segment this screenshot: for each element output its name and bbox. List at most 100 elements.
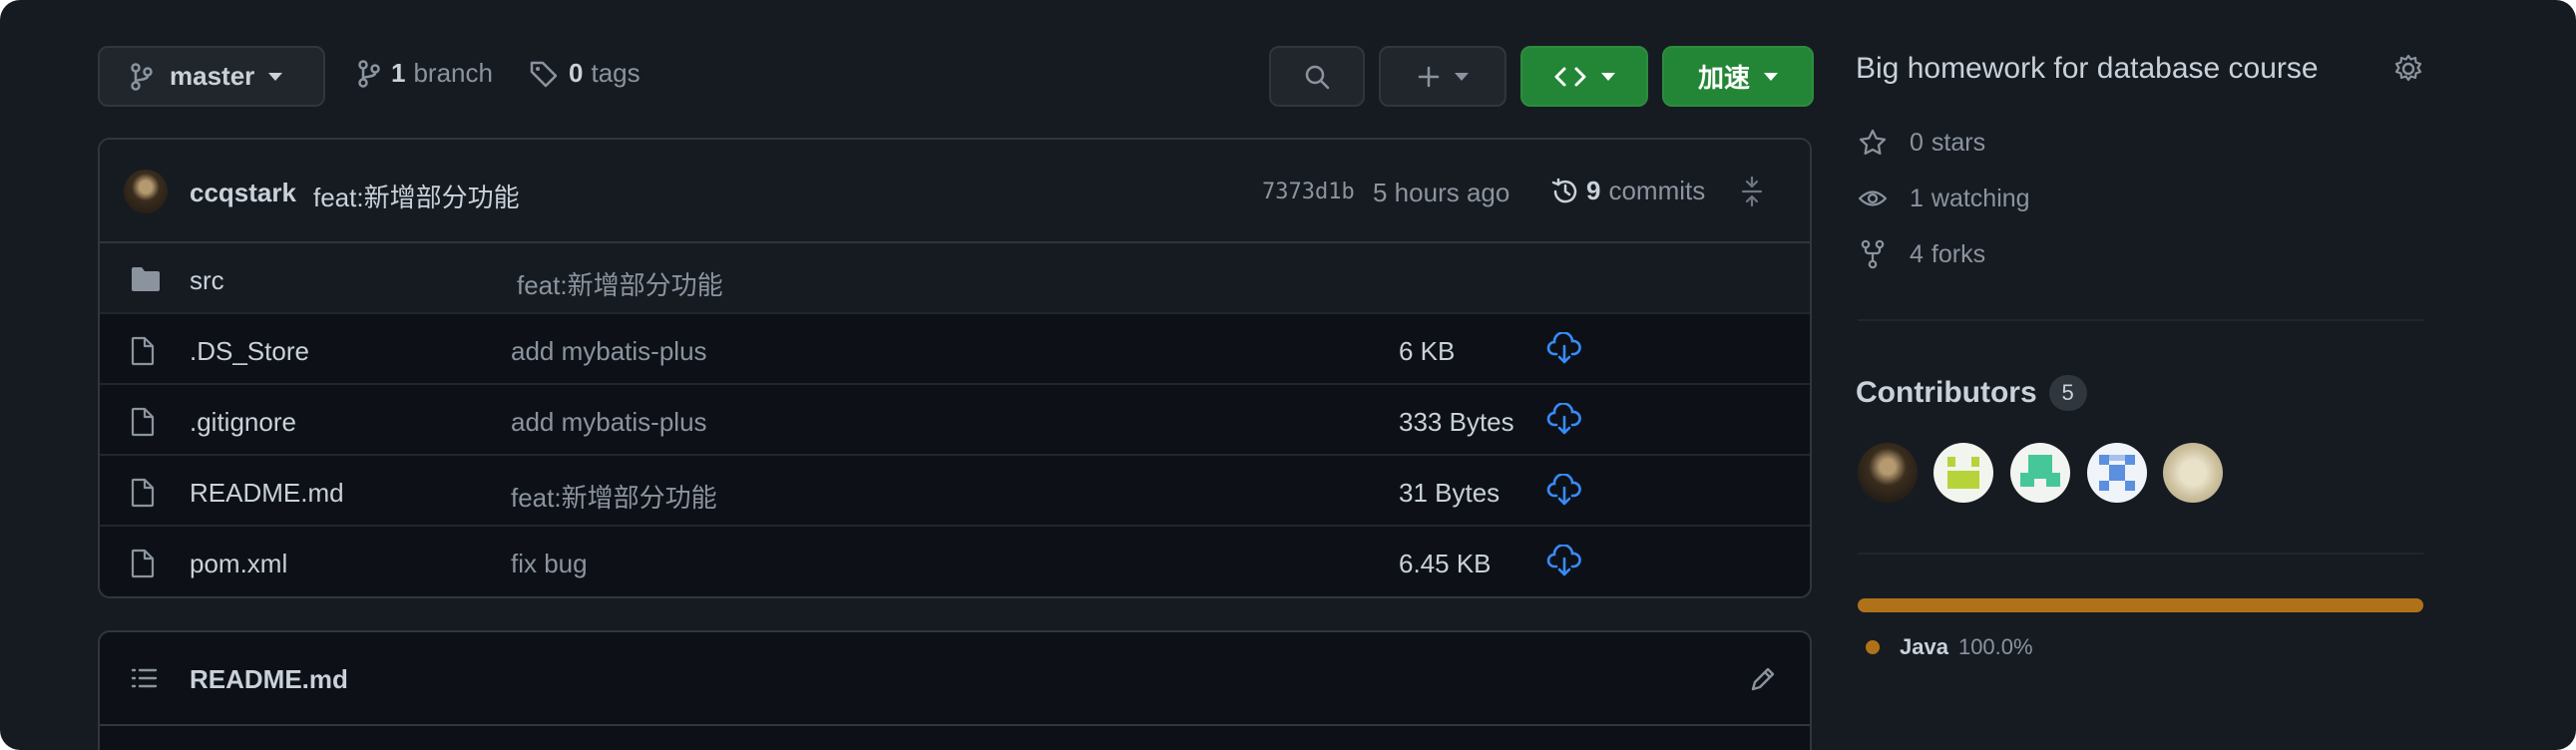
chevron-down-icon <box>1601 72 1615 81</box>
readme-panel: README.md <box>98 630 1812 750</box>
forks-count: 4 <box>1910 239 1924 268</box>
latest-commit-bar: ccqstark feat:新增部分功能 7373d1b 5 hours ago… <box>100 140 1810 243</box>
identicon <box>2099 455 2135 491</box>
branch-word: branch <box>413 58 493 88</box>
branch-select-button[interactable]: master <box>98 46 325 107</box>
watching-count: 1 <box>1910 184 1924 212</box>
file-commit-message[interactable]: feat:新增部分功能 <box>517 265 723 302</box>
forks-word: forks <box>1931 239 1986 268</box>
file-commit-message[interactable]: fix bug <box>511 549 588 579</box>
tag-icon <box>530 61 558 87</box>
file-icon <box>131 336 155 366</box>
code-button[interactable] <box>1520 46 1648 107</box>
sidebar-divider <box>1858 553 2423 555</box>
cloud-download-icon[interactable] <box>1546 332 1582 366</box>
gear-icon[interactable] <box>2392 53 2424 85</box>
file-row[interactable]: .DS_Store add mybatis-plus 6 KB <box>100 314 1810 385</box>
tag-count: 0 <box>569 58 584 88</box>
file-name-link[interactable]: .gitignore <box>190 407 296 438</box>
tag-word: tags <box>591 58 641 88</box>
branch-name: master <box>170 61 255 91</box>
fork-icon <box>1861 239 1885 269</box>
language-percent: 100.0% <box>1957 634 2033 659</box>
file-name-link[interactable]: src <box>190 265 224 296</box>
watchers-link[interactable]: 1 watching <box>1858 184 2030 213</box>
contributors-count-badge: 5 <box>2048 375 2087 411</box>
stars-count: 0 <box>1910 128 1924 157</box>
sidebar-divider <box>1858 319 2423 321</box>
branch-icon <box>358 59 380 88</box>
file-name-link[interactable]: .DS_Store <box>190 336 309 367</box>
repo-page: master 1 branch 0 tags 加速 ccqstark feat:… <box>0 0 2576 750</box>
language-item[interactable]: Java 100.0% <box>1866 634 2033 660</box>
unfold-icon[interactable] <box>1740 176 1764 207</box>
file-size: 31 Bytes <box>1399 478 1501 508</box>
cloud-download-icon[interactable] <box>1546 545 1582 578</box>
search-button[interactable] <box>1269 46 1365 107</box>
cloud-download-icon[interactable] <box>1546 403 1582 437</box>
avatar[interactable] <box>2163 443 2223 503</box>
code-icon <box>1554 67 1586 86</box>
file-commit-message[interactable]: add mybatis-plus <box>511 407 707 438</box>
contributors-title: Contributors <box>1856 376 2037 409</box>
identicon <box>1947 457 1979 489</box>
file-commit-message[interactable]: feat:新增部分功能 <box>511 478 717 515</box>
file-size: 6.45 KB <box>1399 549 1492 578</box>
commit-count: 9 <box>1586 176 1601 205</box>
list-icon[interactable] <box>130 666 158 690</box>
plus-icon <box>1418 66 1440 87</box>
commit-time: 5 hours ago <box>1373 178 1510 207</box>
eye-icon <box>1858 190 1888 206</box>
branch-count: 1 <box>391 58 406 88</box>
tags-link[interactable]: 0 tags <box>529 58 641 89</box>
pencil-icon[interactable] <box>1748 664 1778 694</box>
history-icon <box>1551 178 1577 202</box>
file-name-link[interactable]: pom.xml <box>190 549 287 579</box>
file-row[interactable]: pom.xml fix bug 6.45 KB <box>100 527 1810 596</box>
avatar[interactable] <box>2087 443 2147 503</box>
avatar[interactable] <box>1933 443 1993 503</box>
folder-icon <box>132 267 160 291</box>
file-commit-message[interactable]: add mybatis-plus <box>511 336 707 367</box>
java-color-dot <box>1866 640 1880 654</box>
file-icon <box>131 549 155 578</box>
forks-link[interactable]: 4 forks <box>1858 239 1985 269</box>
accelerate-label: 加速 <box>1697 63 1750 93</box>
search-icon <box>1305 65 1330 89</box>
readme-header: README.md <box>100 632 1810 726</box>
readme-title: README.md <box>190 664 348 694</box>
language-name: Java <box>1900 634 1948 659</box>
file-row[interactable]: src feat:新增部分功能 <box>100 243 1810 314</box>
file-browser: ccqstark feat:新增部分功能 7373d1b 5 hours ago… <box>98 138 1812 598</box>
avatar[interactable] <box>1858 443 1918 503</box>
contributors-heading[interactable]: Contributors 5 <box>1856 375 2087 411</box>
file-size: 333 Bytes <box>1399 407 1514 437</box>
branch-icon <box>131 62 153 91</box>
language-bar <box>1858 598 2423 612</box>
chevron-down-icon <box>268 72 283 81</box>
add-file-button[interactable] <box>1379 46 1506 107</box>
watching-word: watching <box>1931 184 2030 212</box>
accelerate-button[interactable]: 加速 <box>1662 46 1814 107</box>
avatar[interactable] <box>2010 443 2070 503</box>
branches-link[interactable]: 1 branch <box>357 58 493 89</box>
commit-word: commits <box>1608 176 1706 205</box>
stars-word: stars <box>1931 128 1986 157</box>
chevron-down-icon <box>1764 72 1778 81</box>
commit-author-link[interactable]: ccqstark <box>190 178 296 208</box>
file-name-link[interactable]: README.md <box>190 478 344 509</box>
cloud-download-icon[interactable] <box>1546 474 1582 508</box>
avatar[interactable] <box>124 170 168 213</box>
commits-link[interactable]: 9 commits <box>1550 176 1705 206</box>
file-icon <box>131 407 155 437</box>
file-size: 6 KB <box>1399 336 1456 366</box>
star-icon <box>1859 129 1887 155</box>
file-icon <box>131 478 155 508</box>
stars-link[interactable]: 0 stars <box>1858 128 1985 158</box>
file-row[interactable]: .gitignore add mybatis-plus 333 Bytes <box>100 385 1810 456</box>
identicon <box>2020 455 2060 487</box>
file-row[interactable]: README.md feat:新增部分功能 31 Bytes <box>100 456 1810 527</box>
commit-sha-link[interactable]: 7373d1b <box>1262 180 1355 204</box>
commit-message-link[interactable]: feat:新增部分功能 <box>313 178 520 214</box>
chevron-down-icon <box>1455 72 1469 81</box>
